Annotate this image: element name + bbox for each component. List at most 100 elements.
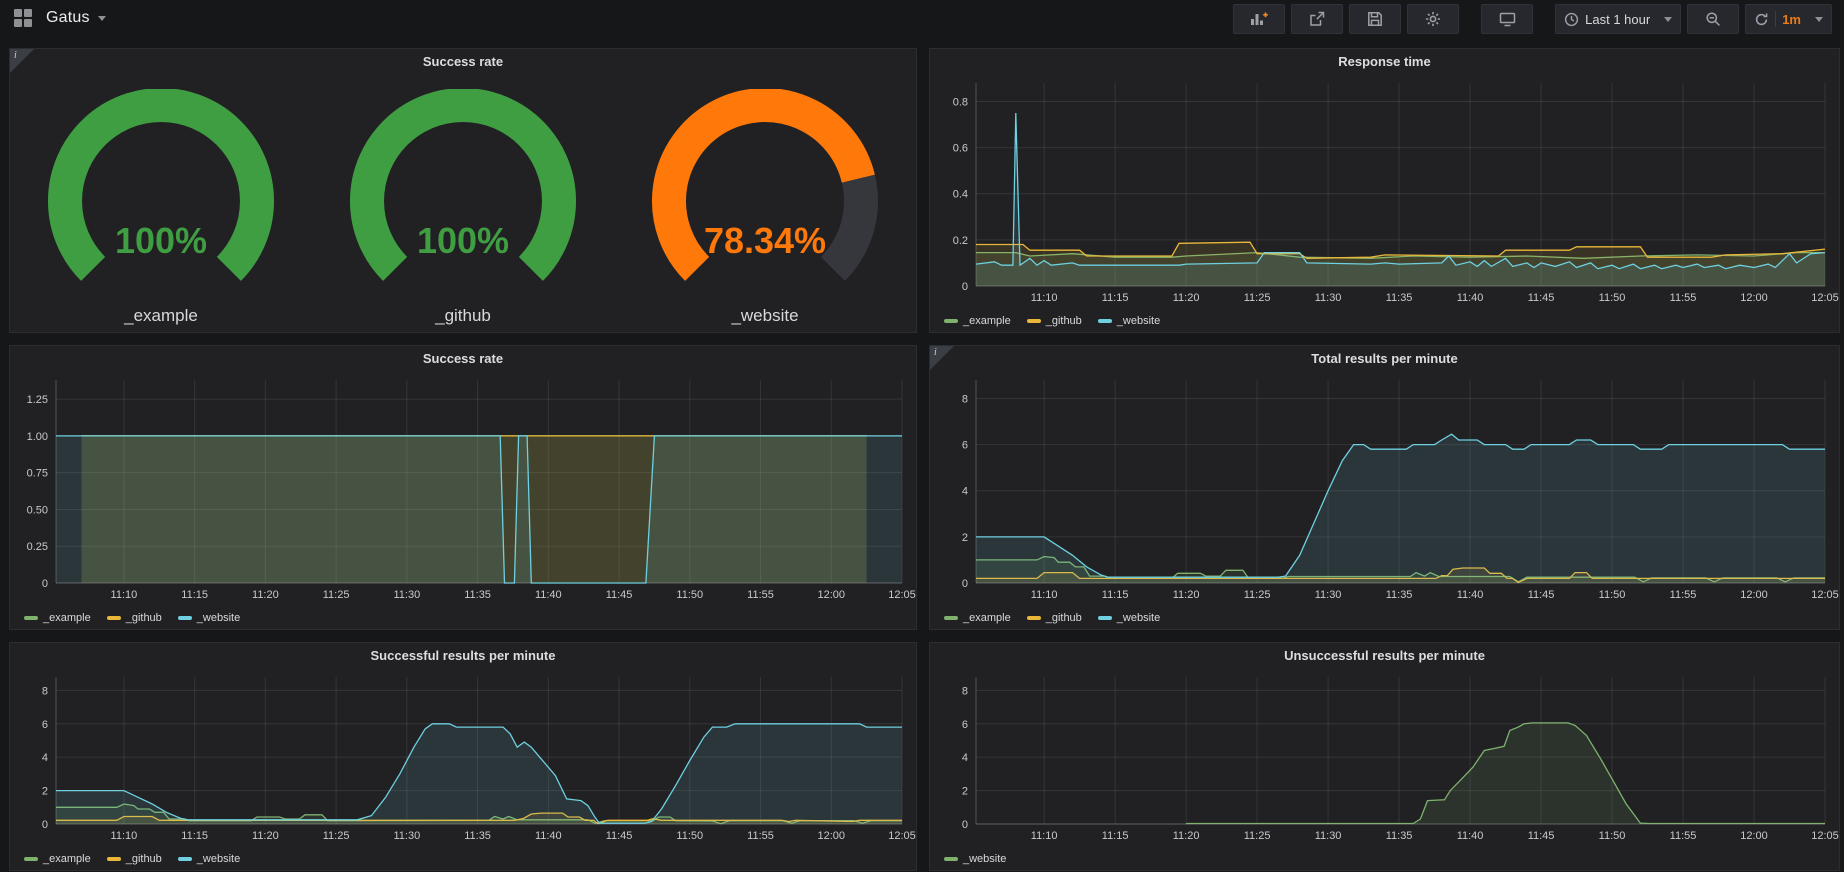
panel-title[interactable]: Successful results per minute [10,648,916,663]
x-axis-tick-label: 11:35 [1386,830,1413,842]
x-axis-tick-label: 11:40 [1457,292,1484,304]
series-area-_website [56,436,902,583]
y-axis-tick-label: 0.8 [953,96,968,108]
legend-label: _website [963,853,1006,865]
save-button[interactable] [1349,4,1401,34]
legend-item-_example[interactable]: _example [944,315,1011,327]
legend-item-_example[interactable]: _example [24,853,91,865]
legend-item-_github[interactable]: _github [1027,315,1082,327]
legend-label: _example [43,853,91,865]
legend-item-_example[interactable]: _example [24,612,91,624]
legend-item-_github[interactable]: _github [1027,612,1082,624]
share-button[interactable] [1291,4,1343,34]
y-axis-tick-label: 4 [962,486,968,498]
chart-legend: _example _github _website [930,308,1839,334]
x-axis-tick-label: 11:50 [676,830,703,842]
chevron-down-icon [98,16,106,21]
legend-swatch [1027,319,1041,323]
tv-mode-icon [1499,11,1516,27]
x-axis-tick-label: 12:05 [1811,830,1839,842]
panel-title[interactable]: Response time [930,54,1839,69]
x-axis-tick-label: 12:05 [888,830,916,842]
response-time-chart[interactable]: 11:1011:1511:2011:2511:3011:3511:4011:45… [930,75,1839,308]
x-axis-tick-label: 11:45 [606,830,633,842]
add-panel-button[interactable] [1233,4,1285,34]
add-panel-icon [1250,11,1268,27]
panel-info-corner[interactable]: i [930,346,954,370]
x-axis-tick-label: 11:25 [1244,589,1271,601]
gauge-value: 100% [115,220,207,261]
panel-title[interactable]: Unsuccessful results per minute [930,648,1839,663]
y-axis-tick-label: 2 [962,786,968,798]
time-range-picker[interactable]: Last 1 hour [1555,4,1681,34]
x-axis-tick-label: 11:30 [1315,830,1342,842]
panel-title[interactable]: Total results per minute [930,351,1839,366]
refresh-picker[interactable]: 1m [1745,4,1832,34]
y-axis-tick-label: 8 [962,685,968,697]
total-results-chart[interactable]: 11:1011:1511:2011:2511:3011:3511:4011:45… [930,372,1839,605]
gauge-label: _website [615,306,915,326]
zoom-out-button[interactable] [1687,4,1739,34]
y-axis-tick-label: 1.00 [27,431,48,443]
x-axis-tick-label: 11:25 [1244,830,1271,842]
y-axis-tick-label: 0 [962,578,968,590]
refresh-icon [1754,12,1769,27]
panel-unsuccessful-results: Unsuccessful results per minute 11:10 11:… [929,642,1840,871]
panel-info-corner[interactable]: i [10,49,34,73]
dashboard-title-dropdown[interactable]: Gatus [46,9,106,27]
y-axis-tick-label: 6 [42,719,48,731]
refresh-interval-label: 1m [1782,12,1801,27]
tv-mode-button[interactable] [1481,4,1533,34]
divider [1775,11,1776,27]
gauge-arc: 78.34% [625,89,905,301]
success-rate-chart[interactable]: 11:1011:1511:2011:2511:3011:3511:4011:45… [10,372,916,605]
apps-grid-icon[interactable] [14,9,32,27]
y-axis-tick-label: 0.4 [953,189,968,201]
legend-label: _github [1046,612,1082,624]
panel-title[interactable]: Success rate [10,351,916,366]
x-axis-tick-label: 11:55 [1670,589,1697,601]
x-axis-tick-label: 11:35 [464,589,491,601]
legend-item-_github[interactable]: _github [107,612,162,624]
x-axis-tick-label: 11:20 [1173,589,1200,601]
gauge-github: 100% _github [313,89,613,326]
time-range-label: Last 1 hour [1585,12,1650,27]
legend-swatch [944,319,958,323]
legend-item-_example[interactable]: _example [944,612,1011,624]
successful-results-chart[interactable]: 11:1011:1511:2011:2511:3011:3511:4011:45… [10,669,916,846]
x-axis-tick-label: 11:40 [1457,830,1484,842]
unsuccessful-results-chart[interactable]: 11:1011:1511:2011:2511:3011:3511:4011:45… [930,669,1839,846]
panel-success-rate-graph: Success rate 11:1011:1511:2011:2511:3011… [9,345,917,630]
series-area-_website [56,724,902,824]
legend-label: _website [1117,315,1160,327]
legend-item-_website[interactable]: _website [178,853,240,865]
legend-label: _example [963,315,1011,327]
x-axis-tick-label: 11:20 [1173,830,1200,842]
x-axis-tick-label: 12:05 [1811,292,1839,304]
x-axis-tick-label: 11:35 [1386,589,1413,601]
legend-item-_website[interactable]: _website [1098,315,1160,327]
x-axis-tick-label: 11:40 [535,830,562,842]
legend-swatch [178,616,192,620]
panel-title[interactable]: Success rate [10,54,916,69]
y-axis-tick-label: 0.2 [953,235,968,247]
y-axis-tick-label: 2 [962,532,968,544]
x-axis-tick-label: 11:25 [323,589,350,601]
legend-swatch [1027,616,1041,620]
legend-item-_website[interactable]: _website [178,612,240,624]
x-axis-tick-label: 11:15 [1102,292,1129,304]
series-area-_website [976,434,1825,583]
x-axis-tick-label: 11:40 [1457,589,1484,601]
navbar: Gatus [0,0,1844,36]
legend-item-_website[interactable]: _website [944,853,1006,865]
legend-item-_github[interactable]: _github [107,853,162,865]
chart-legend: _example _github _website [10,605,916,631]
x-axis-tick-label: 12:00 [1740,589,1768,601]
y-axis-tick-label: 6 [962,719,968,731]
legend-item-_website[interactable]: _website [1098,612,1160,624]
x-axis-tick-label: 11:10 [1031,830,1058,842]
settings-button[interactable] [1407,4,1459,34]
x-axis-tick-label: 12:05 [1811,589,1839,601]
x-axis-tick-label: 11:15 [1102,830,1129,842]
x-axis-tick-label: 11:50 [1599,589,1626,601]
